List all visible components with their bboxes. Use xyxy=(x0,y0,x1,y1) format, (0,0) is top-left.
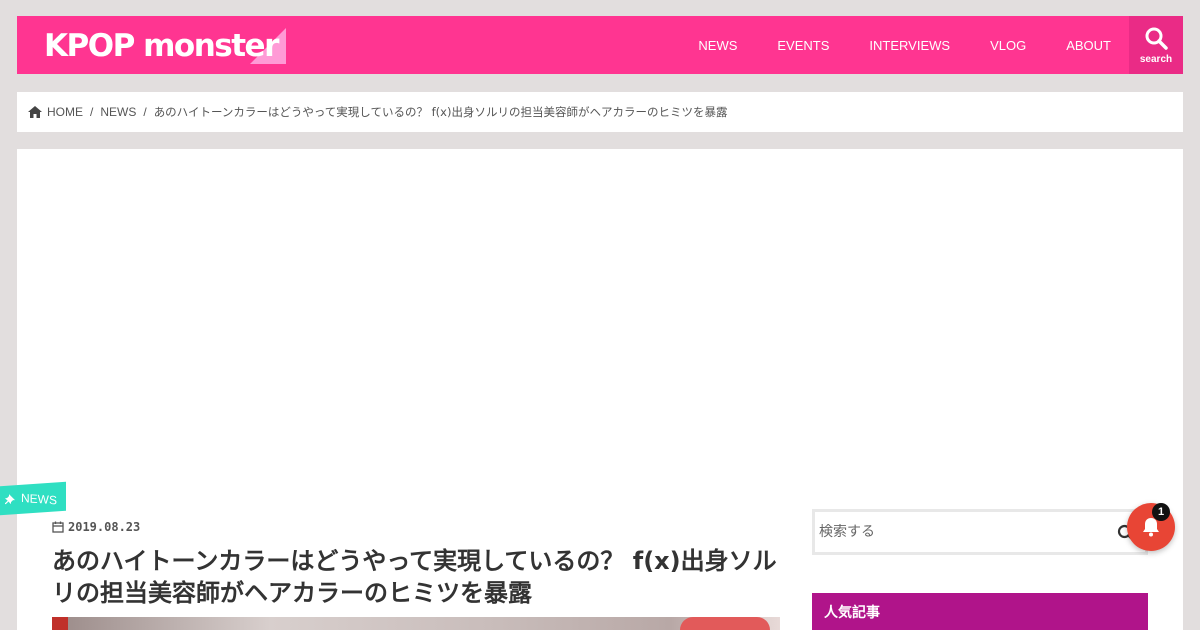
nav-item-news[interactable]: NEWS xyxy=(698,38,737,53)
post-title: あのハイトーンカラーはどうやって実現しているの？ f(x)出身ソルリの担当美容師… xyxy=(52,547,777,607)
popular-posts-widget-title: 人気記事 xyxy=(812,593,1148,630)
search-icon xyxy=(1145,27,1168,50)
post-date-text: 2019.08.23 xyxy=(68,520,141,534)
image-detail xyxy=(680,617,770,630)
notification-count-badge: 1 xyxy=(1152,503,1170,521)
post-featured-image xyxy=(52,617,780,630)
pin-icon xyxy=(5,493,15,504)
logo-text: KPOP monster xyxy=(44,28,279,64)
nav-item-about[interactable]: ABOUT xyxy=(1066,38,1111,53)
category-label-text: NEWS xyxy=(21,490,57,507)
category-label[interactable]: NEWS xyxy=(0,481,66,516)
breadcrumb-current: あのハイトーンカラーはどうやって実現しているの？ f(x)出身ソルリの担当美容師… xyxy=(153,105,728,119)
sidebar-search-form xyxy=(812,509,1148,555)
breadcrumb: HOME / NEWS / あのハイトーンカラーはどうやって実現しているの？ f… xyxy=(17,92,1183,132)
nav-item-events[interactable]: EVENTS xyxy=(777,38,829,53)
nav-item-vlog[interactable]: VLOG xyxy=(990,38,1026,53)
sidebar-search-input[interactable] xyxy=(819,524,1099,540)
search-button[interactable]: search xyxy=(1129,16,1183,74)
breadcrumb-home[interactable]: HOME xyxy=(47,105,83,119)
image-detail xyxy=(52,617,68,630)
search-button-label: search xyxy=(1139,53,1173,65)
breadcrumb-separator: / xyxy=(90,105,94,119)
main-nav: NEWS EVENTS INTERVIEWS VLOG ABOUT xyxy=(658,16,1111,74)
breadcrumb-separator: / xyxy=(143,105,147,119)
site-header: KPOP monster NEWS EVENTS INTERVIEWS VLOG… xyxy=(17,16,1183,74)
post-date: 2019.08.23 xyxy=(52,520,140,534)
breadcrumb-category[interactable]: NEWS xyxy=(100,105,136,119)
calendar-icon xyxy=(52,521,64,533)
nav-item-interviews[interactable]: INTERVIEWS xyxy=(869,38,950,53)
home-icon xyxy=(28,106,42,118)
site-logo[interactable]: KPOP monster xyxy=(44,26,286,66)
